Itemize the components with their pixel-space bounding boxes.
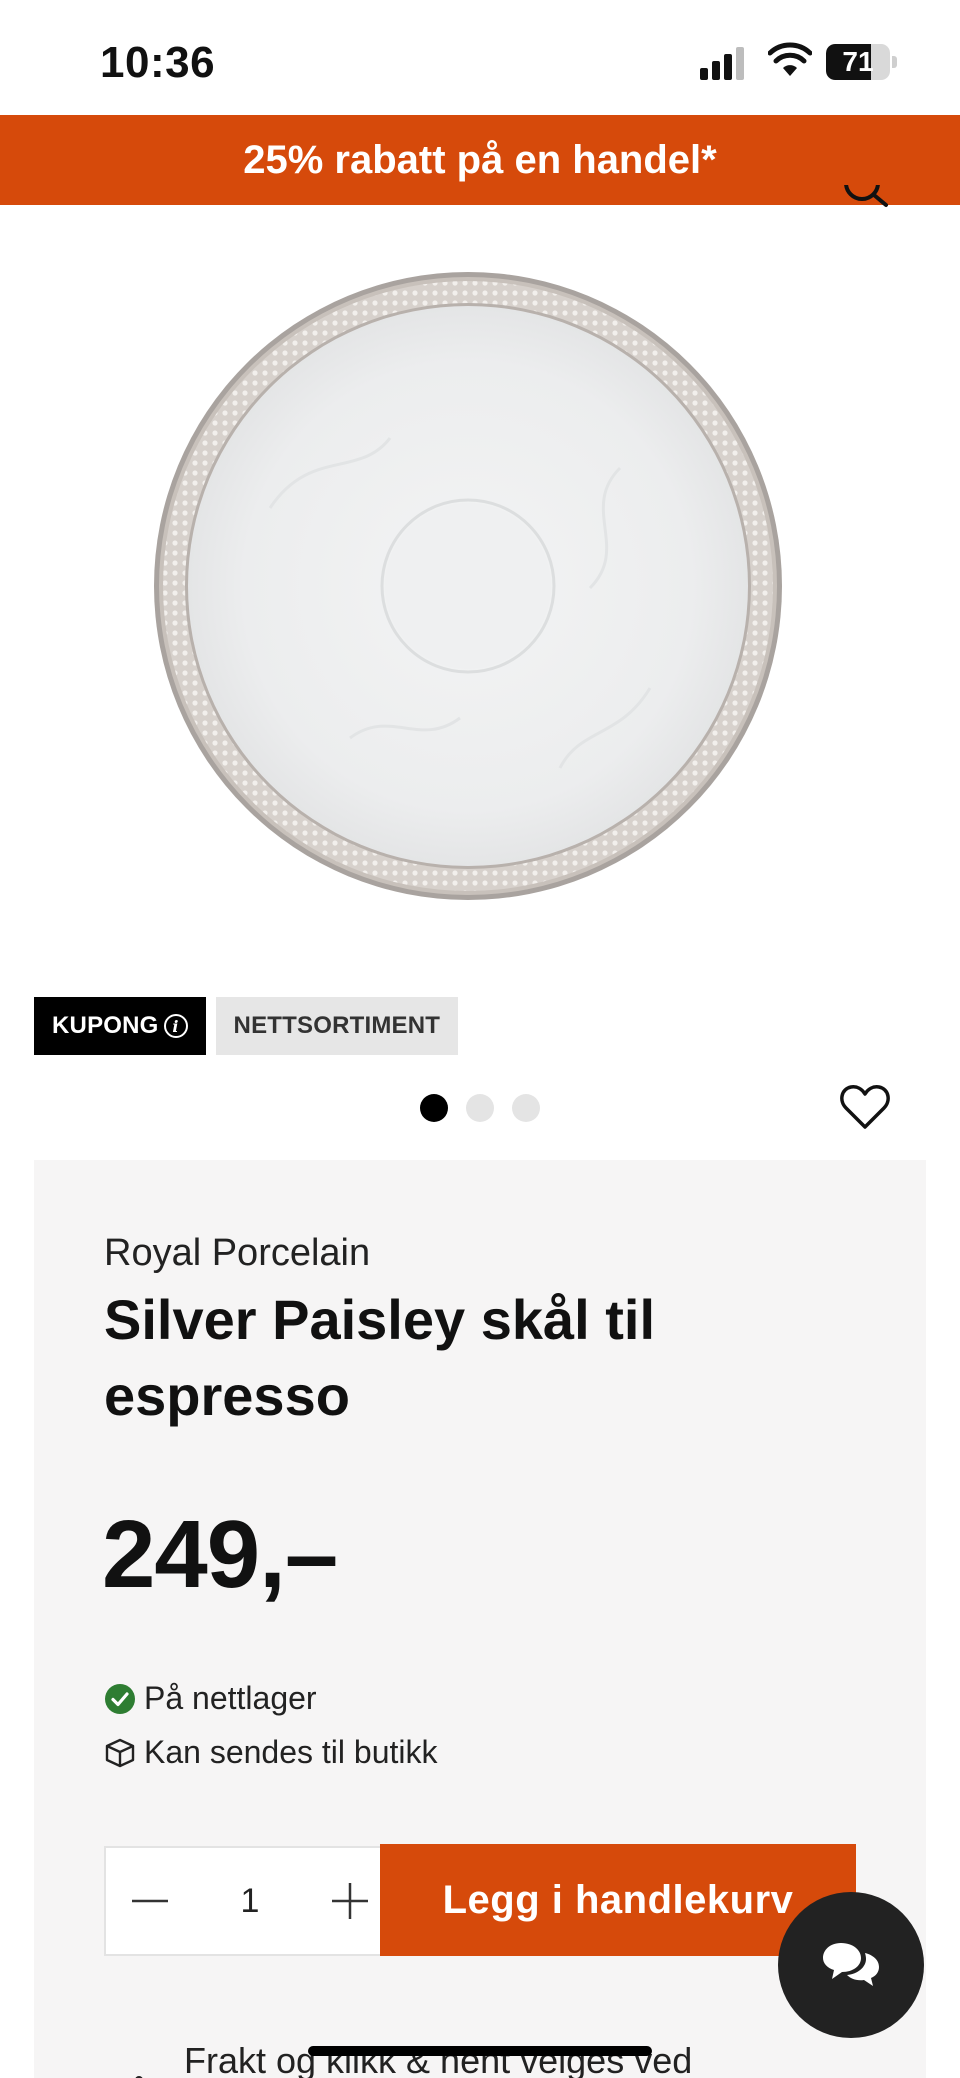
box-icon <box>105 1738 135 1767</box>
status-time: 10:36 <box>100 38 216 87</box>
online-assortment-badge: NETTSORTIMENT <box>215 997 459 1055</box>
status-bar: 10:36 71 <box>0 0 960 115</box>
online-stock-row: På nettlager <box>104 1680 317 1717</box>
gallery-dot[interactable] <box>466 1094 494 1122</box>
coupon-badge[interactable]: KUPONG i <box>34 997 206 1055</box>
minus-icon[interactable] <box>128 1879 172 1923</box>
wifi-icon <box>768 42 812 76</box>
quantity-value[interactable]: 1 <box>241 1882 260 1921</box>
product-price: 249,– <box>102 1501 338 1608</box>
gallery-dot[interactable] <box>420 1094 448 1122</box>
home-indicator <box>308 2046 652 2056</box>
product-title: Silver Paisley skål til espresso <box>104 1288 656 1427</box>
product-brand[interactable]: Royal Porcelain <box>104 1232 370 1275</box>
online-stock-text: På nettlager <box>144 1680 317 1716</box>
badges: KUPONG i NETTSORTIMENT <box>34 997 459 1055</box>
store-shipping-row: Kan sendes til butikk <box>104 1734 438 1771</box>
promo-banner[interactable]: 25% rabatt på en handel* <box>0 115 960 205</box>
heart-icon[interactable] <box>838 1080 892 1134</box>
truck-icon <box>135 2076 143 2078</box>
gallery-pagination <box>420 1094 540 1122</box>
product-image[interactable] <box>150 268 786 904</box>
search-icon[interactable] <box>842 185 892 225</box>
battery-level: 71 <box>842 46 874 77</box>
info-icon[interactable]: i <box>163 1014 188 1038</box>
gallery-dot[interactable] <box>512 1094 540 1122</box>
plus-icon[interactable] <box>328 1879 372 1923</box>
battery-icon: 71 <box>826 44 897 80</box>
check-circle-icon <box>105 1683 135 1714</box>
coupon-badge-label: KUPONG <box>52 1012 159 1039</box>
signal-icon <box>700 46 750 80</box>
quantity-stepper: 1 <box>104 1846 396 1956</box>
chat-button[interactable] <box>778 1892 924 2038</box>
store-shipping-text: Kan sendes til butikk <box>144 1734 438 1770</box>
chat-icon <box>823 1943 879 1986</box>
